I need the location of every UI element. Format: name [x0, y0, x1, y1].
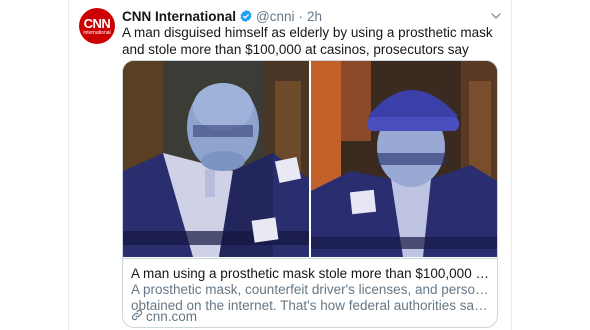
chevron-down-icon[interactable] [489, 9, 503, 23]
avatar[interactable]: CNN international [79, 8, 115, 44]
avatar-subtitle: international [83, 29, 111, 36]
card-body[interactable]: A man using a prosthetic mask stole more… [123, 258, 497, 327]
tweet-timestamp[interactable]: 2h [307, 9, 322, 24]
avatar-logo: CNN [83, 15, 111, 31]
separator-dot: · [298, 8, 304, 24]
link-icon [131, 309, 146, 324]
author-handle[interactable]: @cnni [256, 9, 294, 24]
tweet-text: A man disguised himself as elderly by us… [122, 25, 493, 57]
link-card[interactable]: A man using a prosthetic mask stole more… [122, 60, 498, 328]
tweet[interactable]: CNN international CNN International @cnn… [69, 0, 511, 330]
card-title[interactable]: A man using a prosthetic mask stole more… [131, 265, 491, 282]
verified-badge-icon [239, 9, 253, 23]
card-image[interactable] [123, 61, 497, 257]
tweet-header: CNN International @cnni · 2h [122, 7, 322, 25]
frame-divider-right [511, 0, 512, 330]
card-domain: cnn.com [146, 309, 198, 324]
card-link[interactable]: cnn.com [131, 309, 197, 324]
author-name[interactable]: CNN International [122, 9, 236, 24]
card-photo-right [311, 61, 497, 257]
card-photo-left [123, 61, 309, 257]
card-description-line: A prosthetic mask, counterfeit driver's … [131, 282, 491, 297]
